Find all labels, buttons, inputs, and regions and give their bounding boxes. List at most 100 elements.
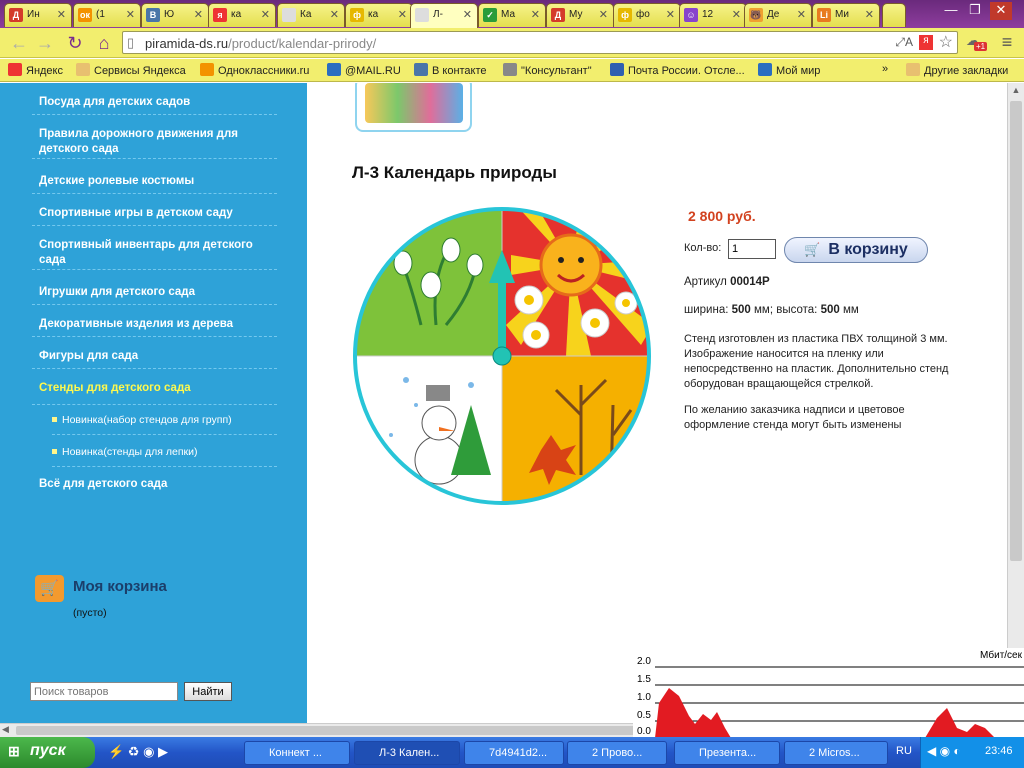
browser-tab[interactable]: Д Му ✕ [546,3,614,27]
tray-icons[interactable]: ◀ ◉ ◐ [927,744,961,758]
browser-tab[interactable]: В Ю ✕ [141,3,209,27]
category-garden-figures[interactable]: Фигуры для сада [32,347,277,369]
browser-tab[interactable]: 🐻 Де ✕ [744,3,812,27]
task-word[interactable]: 2 Micros... [784,741,888,765]
task-explorer[interactable]: 2 Прово... [567,741,667,765]
tab-close-icon[interactable]: ✕ [126,8,135,21]
new-tab-button[interactable] [882,3,906,27]
category-all[interactable]: Всё для детского сада [32,475,277,497]
height-unit: мм [842,304,859,316]
browser-tab[interactable]: ок (1 ✕ [73,3,141,27]
tab-close-icon[interactable]: ✕ [398,8,407,21]
tab-close-icon[interactable]: ✕ [330,8,339,21]
tab-favicon-icon: я [213,8,227,22]
other-bookmarks[interactable]: Другие закладки [906,63,1008,77]
scroll-up-icon[interactable]: ▲ [1009,85,1023,99]
bookmark-item[interactable]: В контакте [414,63,487,77]
tab-close-icon[interactable]: ✕ [463,8,472,21]
sku-line: Артикул 00014Р [684,276,770,288]
add-to-cart-button[interactable]: 🛒 В корзину [784,237,928,263]
subcategory-group-stands[interactable]: Новинка(набор стендов для групп) [52,414,277,435]
browser-tab[interactable]: ✓ Ма ✕ [478,3,546,27]
browser-tab[interactable]: ☺ 12 ✕ [679,3,747,27]
task-presentation[interactable]: Презента... [674,741,780,765]
tab-close-icon[interactable]: ✕ [666,8,675,21]
width-value: 500 [731,304,751,316]
cart-icon: 🛒 [35,575,64,602]
yandex-icon[interactable]: я [919,35,933,50]
bookmarks-overflow-icon[interactable]: » [882,63,888,75]
browser-tab[interactable]: ф фо ✕ [613,3,681,27]
product-note: По желанию заказчика надписи и цветовое … [684,404,905,431]
tab-close-icon[interactable]: ✕ [531,8,540,21]
subcategory-modeling-stands[interactable]: Новинка(стенды для лепки) [52,446,277,467]
sun-icon [539,233,603,297]
star-icon[interactable]: ☆ [939,32,953,52]
close-window-button[interactable]: ✕ [990,2,1012,20]
page-icon: ▯ [127,35,135,50]
task-image[interactable]: 7d4941d2... [464,741,564,765]
tab-title: Ю [164,9,175,20]
category-sport-games[interactable]: Спортивные игры в детском саду [32,204,277,226]
minimize-button[interactable]: — [940,2,962,20]
bookmark-item[interactable]: Яндекс [8,63,63,77]
vertical-scroll-thumb[interactable] [1010,101,1022,561]
tab-close-icon[interactable]: ✕ [261,8,270,21]
nature-calendar-image[interactable] [351,205,653,507]
browser-tab[interactable]: я ка ✕ [208,3,276,27]
network-monitor: Мбит/сек 2.0 1.5 1.0 0.5 0.0 [633,648,1024,738]
tab-favicon-icon: ✓ [483,8,497,22]
bookmark-item[interactable]: Мой мир [758,63,820,77]
restore-button[interactable]: ❐ [964,2,986,20]
scroll-left-icon[interactable]: ◀ [2,724,9,735]
forward-arrow-icon[interactable]: → [34,32,56,54]
category-tableware[interactable]: Посуда для детских садов [32,93,277,115]
browser-tab[interactable]: ф ка ✕ [345,3,413,27]
bookmark-item[interactable]: Сервисы Яндекса [76,63,186,77]
menu-icon[interactable]: ≡ [996,32,1018,54]
tab-close-icon[interactable]: ✕ [57,8,66,21]
product-thumbnail[interactable] [355,83,472,132]
category-sport-equipment[interactable]: Спортивный инвентарь для детского сада [32,236,277,270]
tab-close-icon[interactable]: ✕ [732,8,741,21]
task-connect[interactable]: Коннект ... [244,741,350,765]
bookmark-item[interactable]: Одноклассники.ru [200,63,309,77]
category-wood[interactable]: Декоративные изделия из дерева [32,315,277,337]
tab-close-icon[interactable]: ✕ [865,8,874,21]
language-indicator[interactable]: RU [896,745,912,757]
translate-icon[interactable]: ⤢A [895,35,913,50]
tab-title: Ка [300,9,312,20]
category-toys[interactable]: Игрушки для детского сада [32,283,277,305]
tab-favicon-icon: Д [551,8,565,22]
tab-favicon-icon: ☺ [684,8,698,22]
product-search-input[interactable] [30,682,178,701]
reload-icon[interactable]: ↻ [64,32,86,54]
category-stands[interactable]: Стенды для детского сада [32,379,277,405]
quantity-label: Кол-во: [684,242,722,254]
home-icon[interactable]: ⌂ [93,32,115,54]
extension-icon[interactable]: ☁ +1 [966,32,988,54]
bookmark-item[interactable]: Почта России. Отсле... [610,63,745,77]
quantity-input[interactable] [728,239,776,259]
quicklaunch-icons[interactable]: ⚡ ♻ ◉ ▶ [108,744,168,760]
task-calendar[interactable]: Л-3 Кален... [354,741,460,765]
tab-close-icon[interactable]: ✕ [797,8,806,21]
bookmark-item[interactable]: @MAIL.RU [327,63,401,77]
browser-tab[interactable]: Л- ✕ [410,3,478,28]
horizontal-scroll-thumb[interactable] [16,726,636,735]
category-costumes[interactable]: Детские ролевые костюмы [32,172,277,194]
browser-tab[interactable]: Ка ✕ [277,3,345,27]
browser-tab[interactable]: Д Ин ✕ [4,3,72,27]
category-traffic-rules[interactable]: Правила дорожного движения для детского … [32,125,277,159]
tab-close-icon[interactable]: ✕ [599,8,608,21]
bookmark-item[interactable]: "Консультант" [503,63,592,77]
back-arrow-icon[interactable]: ← [8,32,30,54]
tab-title: ка [231,9,242,20]
browser-tab[interactable]: Li Ми ✕ [812,3,880,27]
search-button[interactable]: Найти [184,682,232,701]
start-button[interactable]: ⊞ пуск [0,737,95,768]
address-bar[interactable]: ▯ piramida-ds.ru/product/kalendar-prirod… [122,31,958,54]
product-page: Л-3 Календарь природы 2 800 руб. Кол-во:… [307,83,1007,723]
tab-close-icon[interactable]: ✕ [194,8,203,21]
vertical-scrollbar[interactable]: ▲ ▼ [1007,83,1024,723]
